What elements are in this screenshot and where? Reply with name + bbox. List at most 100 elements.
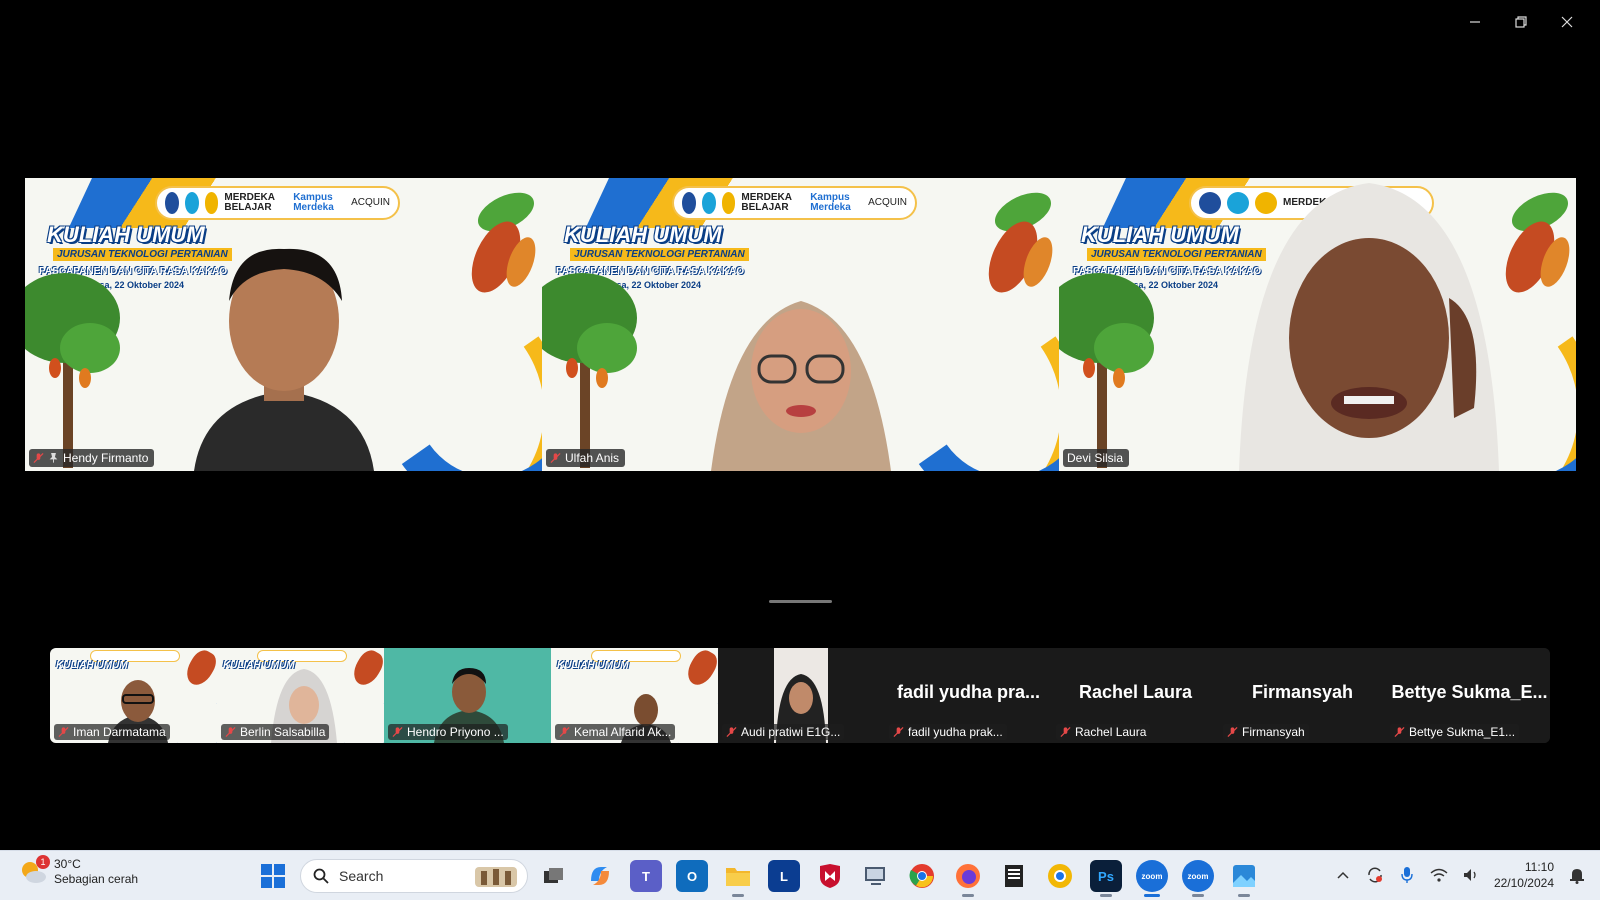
gallery-tile[interactable]: Bettye Sukma_E... Bettye Sukma_E1... [1386, 648, 1550, 743]
weather-temp: 30°C [54, 857, 81, 871]
gallery-name-tag: Kemal Alfarid Ak... [555, 724, 676, 740]
mic-muted-icon [559, 726, 570, 738]
cacao-pod-illustration [988, 192, 1053, 293]
minimize-icon [1470, 21, 1480, 23]
gallery-tile[interactable]: Audi pratiwi E1G... [718, 648, 885, 743]
taskbar-search[interactable]: Search [300, 859, 528, 893]
mic-muted-icon [1227, 726, 1238, 738]
video-tile-speaker-3[interactable]: MERDEKA BELAJAR KULIAH UMUM JURUSAN TEKN… [1059, 178, 1576, 471]
mic-muted-icon [1394, 726, 1405, 738]
participant-name-tag: Ulfah Anis [546, 449, 626, 467]
close-button[interactable] [1544, 8, 1590, 36]
windows-start-icon[interactable] [260, 863, 286, 889]
cacao-tree-illustration [25, 273, 120, 468]
search-highlight-icon [475, 867, 517, 887]
gallery-tile[interactable]: Firmansyah Firmansyah [1219, 648, 1386, 743]
mic-muted-icon [225, 726, 236, 738]
university-logo-icon [1199, 192, 1221, 214]
weather-widget[interactable]: 1 30°C Sebagian cerah [18, 855, 139, 887]
university-logo-icon [682, 192, 696, 214]
sync-icon[interactable] [1366, 866, 1384, 884]
participant-display-name: fadil yudha pra... [896, 682, 1041, 702]
minimize-button[interactable] [1452, 8, 1498, 36]
slide-title: KULIAH UMUM [47, 222, 205, 247]
search-icon [313, 868, 329, 884]
pin-icon [49, 452, 58, 463]
participant-name: Devi Silsia [1067, 451, 1124, 465]
tutwuri-logo-icon [721, 192, 736, 214]
weather-desc: Sebagian cerah [54, 872, 139, 886]
mic-muted-icon [1060, 726, 1071, 738]
gallery-tile[interactable]: KULIAH UMUM Berlin Salsabilla [217, 648, 384, 743]
photoshop-icon[interactable]: Ps [1090, 860, 1122, 897]
l-app-icon[interactable]: L [768, 860, 800, 892]
taskbar-apps: T O L Ps zoom zoom [538, 860, 1260, 897]
video-tile-speaker-2[interactable]: MERDEKA BELAJAR Kampus Merdeka ACQUIN KU… [542, 178, 1059, 471]
volume-icon[interactable] [1462, 866, 1480, 884]
slide-title: KULIAH UMUM [564, 222, 722, 247]
mic-muted-icon [58, 726, 69, 738]
system-clock[interactable]: 11:10 22/10/2024 [1494, 859, 1554, 891]
kampus-merdeka-logo: Kampus Merdeka [293, 192, 334, 213]
mcafee-icon[interactable] [814, 860, 846, 892]
participant-name: Hendy Firmanto [63, 451, 149, 465]
gallery-name-tag: Berlin Salsabilla [221, 724, 330, 740]
cacao-tree-illustration [1059, 273, 1154, 468]
gallery-name-tag: Iman Darmatama [54, 724, 170, 740]
wifi-icon[interactable] [1430, 866, 1448, 884]
copilot-icon[interactable] [584, 860, 616, 892]
logo-bar: MERDEKA BELAJAR Kampus Merdeka ACQUIN [672, 186, 917, 220]
close-icon [1561, 16, 1573, 28]
participant-video-hendy [193, 248, 374, 471]
participant-display-name: Firmansyah [1251, 682, 1354, 702]
participant-gallery-strip: KULIAH UMUM Iman Darmatama KULIAH UMUM B… [50, 648, 1550, 743]
acquin-logo: ACQUIN [868, 197, 908, 208]
merdeka-logo: MERDEKA BELAJAR [741, 192, 792, 213]
chevron-up-icon[interactable] [1334, 866, 1352, 884]
chrome-icon[interactable] [906, 860, 938, 892]
weather-icon: 1 [18, 855, 50, 887]
resize-handle[interactable] [769, 600, 832, 603]
zoom-icon[interactable]: zoom [1136, 860, 1168, 897]
outlook-icon[interactable]: O [676, 860, 708, 892]
clock-date: 22/10/2024 [1493, 876, 1554, 890]
gallery-tile[interactable]: Rachel Laura Rachel Laura [1052, 648, 1219, 743]
video-tile-speaker-1[interactable]: MERDEKA BELAJAR Kampus Merdeka ACQUIN KU… [25, 178, 542, 471]
zoom-meeting-window: MERDEKA BELAJAR Kampus Merdeka ACQUIN KU… [0, 0, 1600, 850]
weather-badge: 1 [36, 855, 50, 869]
clock-time: 11:10 [1524, 860, 1554, 874]
task-view-icon[interactable] [538, 860, 570, 892]
speaker-row: MERDEKA BELAJAR Kampus Merdeka ACQUIN KU… [25, 178, 1576, 471]
windows-taskbar: 1 30°C Sebagian cerah Search T O L Ps zo… [0, 850, 1600, 900]
zoom-2-icon[interactable]: zoom [1182, 860, 1214, 897]
gallery-tile[interactable]: KULIAH UMUM Iman Darmatama [50, 648, 217, 743]
cacao-pod-illustration [471, 192, 536, 293]
gallery-tile[interactable]: fadil yudha pra... fadil yudha prak... [885, 648, 1052, 743]
remote-desktop-icon[interactable] [860, 860, 892, 892]
gallery-name-tag: Audi pratiwi E1G... [722, 724, 845, 740]
gallery-tile[interactable]: Hendro Priyono ... [384, 648, 551, 743]
participant-video-devi [1239, 183, 1500, 471]
gallery-name-tag: Hendro Priyono ... [388, 724, 508, 740]
file-explorer-icon[interactable] [722, 860, 754, 897]
mic-muted-icon [726, 726, 737, 738]
tutwuri-logo-icon [204, 192, 219, 214]
search-placeholder: Search [339, 868, 384, 884]
restore-button[interactable] [1498, 8, 1544, 36]
gallery-name-tag: Rachel Laura [1056, 724, 1151, 740]
teams-icon[interactable]: T [630, 860, 662, 892]
blu-logo-icon [701, 192, 716, 214]
notification-bell-icon[interactable] [1568, 866, 1586, 884]
gallery-name-tag: Firmansyah [1223, 724, 1309, 740]
chrome-alt-icon[interactable] [1044, 860, 1076, 892]
microphone-icon[interactable] [1398, 866, 1416, 884]
blu-logo-icon [184, 192, 199, 214]
participant-display-name: Rachel Laura [1078, 682, 1193, 702]
gallery-name-tag: fadil yudha prak... [889, 724, 1007, 740]
restore-icon [1515, 16, 1527, 28]
photos-icon[interactable] [1228, 860, 1260, 897]
mic-muted-icon [392, 726, 403, 738]
reader-icon[interactable] [998, 860, 1030, 892]
firefox-icon[interactable] [952, 860, 984, 897]
gallery-tile[interactable]: KULIAH UMUM Kemal Alfarid Ak... [551, 648, 718, 743]
